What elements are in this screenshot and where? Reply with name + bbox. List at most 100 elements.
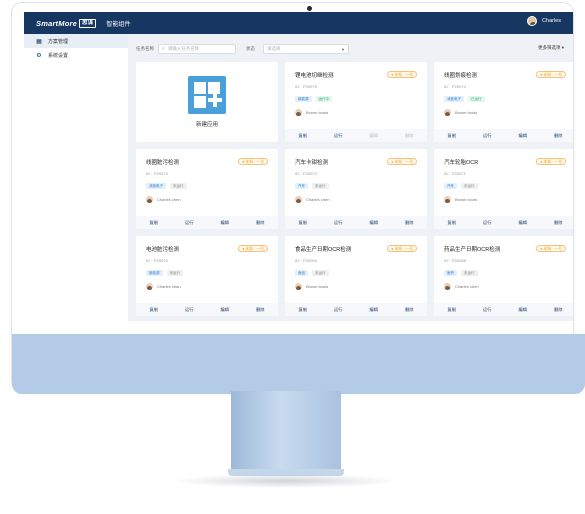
card-action-button[interactable]: 编辑	[505, 307, 541, 313]
card-actions: 复制 运行 编辑 删除	[285, 303, 427, 316]
card-action-button[interactable]: 运行	[470, 133, 506, 139]
card-action-button[interactable]: 运行	[321, 307, 357, 313]
status-badge: ● 未知 · 一号	[387, 71, 417, 78]
card-action-button[interactable]: 复制	[434, 220, 470, 226]
tag: 医药	[444, 270, 457, 276]
card-actions: 复制 运行 编辑 删除	[136, 303, 278, 316]
card-action-button[interactable]: 编辑	[505, 133, 541, 139]
card-action-button[interactable]: 删除	[392, 307, 428, 313]
user-avatar	[527, 16, 538, 26]
card-action-button[interactable]: 复制	[136, 220, 172, 226]
card-id: ID：P20073	[146, 171, 168, 176]
new-app-label: 新建应用	[195, 122, 218, 128]
app-card[interactable]: 汽车卡钳检测 ● 未知 · 一号 ID：P20072 汽车 未运行 Charles…	[285, 149, 427, 229]
card-action-button[interactable]: 运行	[172, 307, 208, 313]
card-action-button[interactable]: 编辑	[356, 220, 392, 226]
card-action-button[interactable]: 删除	[392, 220, 428, 226]
app-card[interactable]: 药品生产日期OCR检测 ● 未知 · 一号 ID：P20068 医药 未运行 Ch…	[434, 236, 573, 316]
brand-logo: SmartMore 思谋	[36, 18, 97, 28]
card-id: ID：P20069	[295, 258, 317, 263]
card-id: ID：P20075	[295, 84, 317, 89]
card-title: 锂电池切继检测	[295, 73, 334, 79]
tag: 未运行	[170, 183, 187, 189]
card-action-button[interactable]: 编辑	[207, 307, 243, 313]
card-action-button[interactable]: 运行	[321, 133, 357, 139]
card-actions: 复制 运行 编辑 删除	[285, 129, 427, 142]
avatar	[295, 196, 302, 203]
search-input[interactable]: ⌕ 请输入任务名称	[158, 44, 236, 54]
camera-dot	[307, 6, 312, 11]
tag-list: 医药 未运行	[444, 270, 482, 276]
card-action-button[interactable]: 删除	[541, 220, 574, 226]
user-name: Charles	[542, 18, 561, 24]
sidebar-item-settings[interactable]: ⚙ 系统设置	[24, 48, 128, 62]
card-action-button[interactable]: 复制	[285, 133, 321, 139]
card-action-button[interactable]: 复制	[136, 307, 172, 313]
app-card[interactable]: 电池脏污检测 ● 未知 · 一号 ID：P20070 新能源 未运行 Charle…	[136, 236, 278, 316]
new-app-card[interactable]: 新建应用	[136, 62, 278, 142]
card-action-button[interactable]: 删除	[541, 133, 574, 139]
more-filters-link[interactable]: 更多筛选项 ▾	[538, 45, 564, 51]
card-action-button[interactable]: 删除	[392, 133, 428, 139]
card-action-button[interactable]: 复制	[434, 133, 470, 139]
tag: 运行中	[315, 96, 332, 102]
card-action-button[interactable]: 编辑	[356, 307, 392, 313]
app-card[interactable]: 线圈脏污检测 ● 未知 · 一号 ID：P20073 消费电子 未运行 Charl…	[136, 149, 278, 229]
monitor-chin	[12, 334, 585, 394]
stand-shadow	[170, 474, 400, 488]
owner: Charles chen	[295, 196, 330, 203]
status-badge: ● 未知 · 一号	[387, 245, 417, 252]
app-card[interactable]: 食品生产日期OCR检测 ● 未知 · 一号 ID：P20069 食品 未运行 Br…	[285, 236, 427, 316]
tag: 未运行	[312, 270, 329, 276]
app-card[interactable]: 锂电池切继检测 ● 未知 · 一号 ID：P20075 新能源 运行中 Brown…	[285, 62, 427, 142]
tag-list: 新能源 运行中	[295, 96, 336, 102]
owner: Brown boots	[295, 109, 328, 116]
tag: 已运行	[468, 96, 485, 102]
card-title: 药品生产日期OCR检测	[444, 247, 501, 253]
card-action-button[interactable]: 运行	[321, 220, 357, 226]
card-actions: 复制 运行 编辑 删除	[434, 129, 573, 142]
monitor-frame: SmartMore 思谋 智能组件 Charles ▦ 方案管理 ⚙ 系统设置 …	[12, 3, 585, 394]
card-action-button[interactable]: 删除	[541, 307, 574, 313]
card-action-button[interactable]: 编辑	[505, 220, 541, 226]
card-title: 汽车轮胎OCR	[444, 160, 479, 166]
card-action-button[interactable]: 运行	[470, 220, 506, 226]
grid-icon: ▦	[36, 38, 42, 45]
card-action-button[interactable]: 复制	[434, 307, 470, 313]
card-actions: 复制 运行 编辑 删除	[285, 216, 427, 229]
screen: SmartMore 思谋 智能组件 Charles ▦ 方案管理 ⚙ 系统设置 …	[24, 12, 573, 321]
tag-list: 汽车 未运行	[444, 183, 482, 189]
card-action-button[interactable]: 删除	[243, 220, 279, 226]
app-name: 智能组件	[106, 21, 131, 28]
card-action-button[interactable]: 删除	[243, 307, 279, 313]
app-card[interactable]: 线圈划痕检测 ● 未知 · 一号 ID：P20074 消费电子 已运行 Brown…	[434, 62, 573, 142]
card-action-button[interactable]: 运行	[470, 307, 506, 313]
new-app-icon	[188, 76, 226, 114]
user-menu[interactable]: Charles	[527, 16, 561, 26]
status-select[interactable]: 请选择 ▼	[263, 44, 349, 54]
card-actions: 复制 运行 编辑 删除	[434, 303, 573, 316]
card-title: 电池脏污检测	[146, 247, 180, 253]
owner: Charles chen	[444, 283, 479, 290]
tag: 消费电子	[444, 96, 464, 102]
owner-name: Brown boots	[455, 110, 478, 115]
tag: 新能源	[146, 270, 163, 276]
card-action-button[interactable]: 复制	[285, 220, 321, 226]
card-title: 线圈脏污检测	[146, 160, 180, 166]
status-placeholder: 请选择	[267, 46, 281, 51]
owner-name: Charles chen	[157, 197, 181, 202]
avatar	[444, 109, 451, 116]
tag: 新能源	[295, 96, 312, 102]
card-action-button[interactable]: 编辑	[356, 133, 392, 139]
card-action-button[interactable]: 编辑	[207, 220, 243, 226]
sidebar-item-solutions[interactable]: ▦ 方案管理	[24, 34, 128, 48]
tag: 未运行	[166, 270, 183, 276]
tag-list: 消费电子 未运行	[146, 183, 191, 189]
card-action-button[interactable]: 复制	[285, 307, 321, 313]
app-card[interactable]: 汽车轮胎OCR ● 未知 · 一号 ID：P20071 汽车 未运行 Brown …	[434, 149, 573, 229]
tag: 未运行	[312, 183, 329, 189]
card-action-button[interactable]: 运行	[172, 220, 208, 226]
owner-name: Brown boots	[455, 197, 478, 202]
status-label: 状态	[246, 46, 255, 51]
task-name-label: 任务名称	[136, 46, 154, 51]
